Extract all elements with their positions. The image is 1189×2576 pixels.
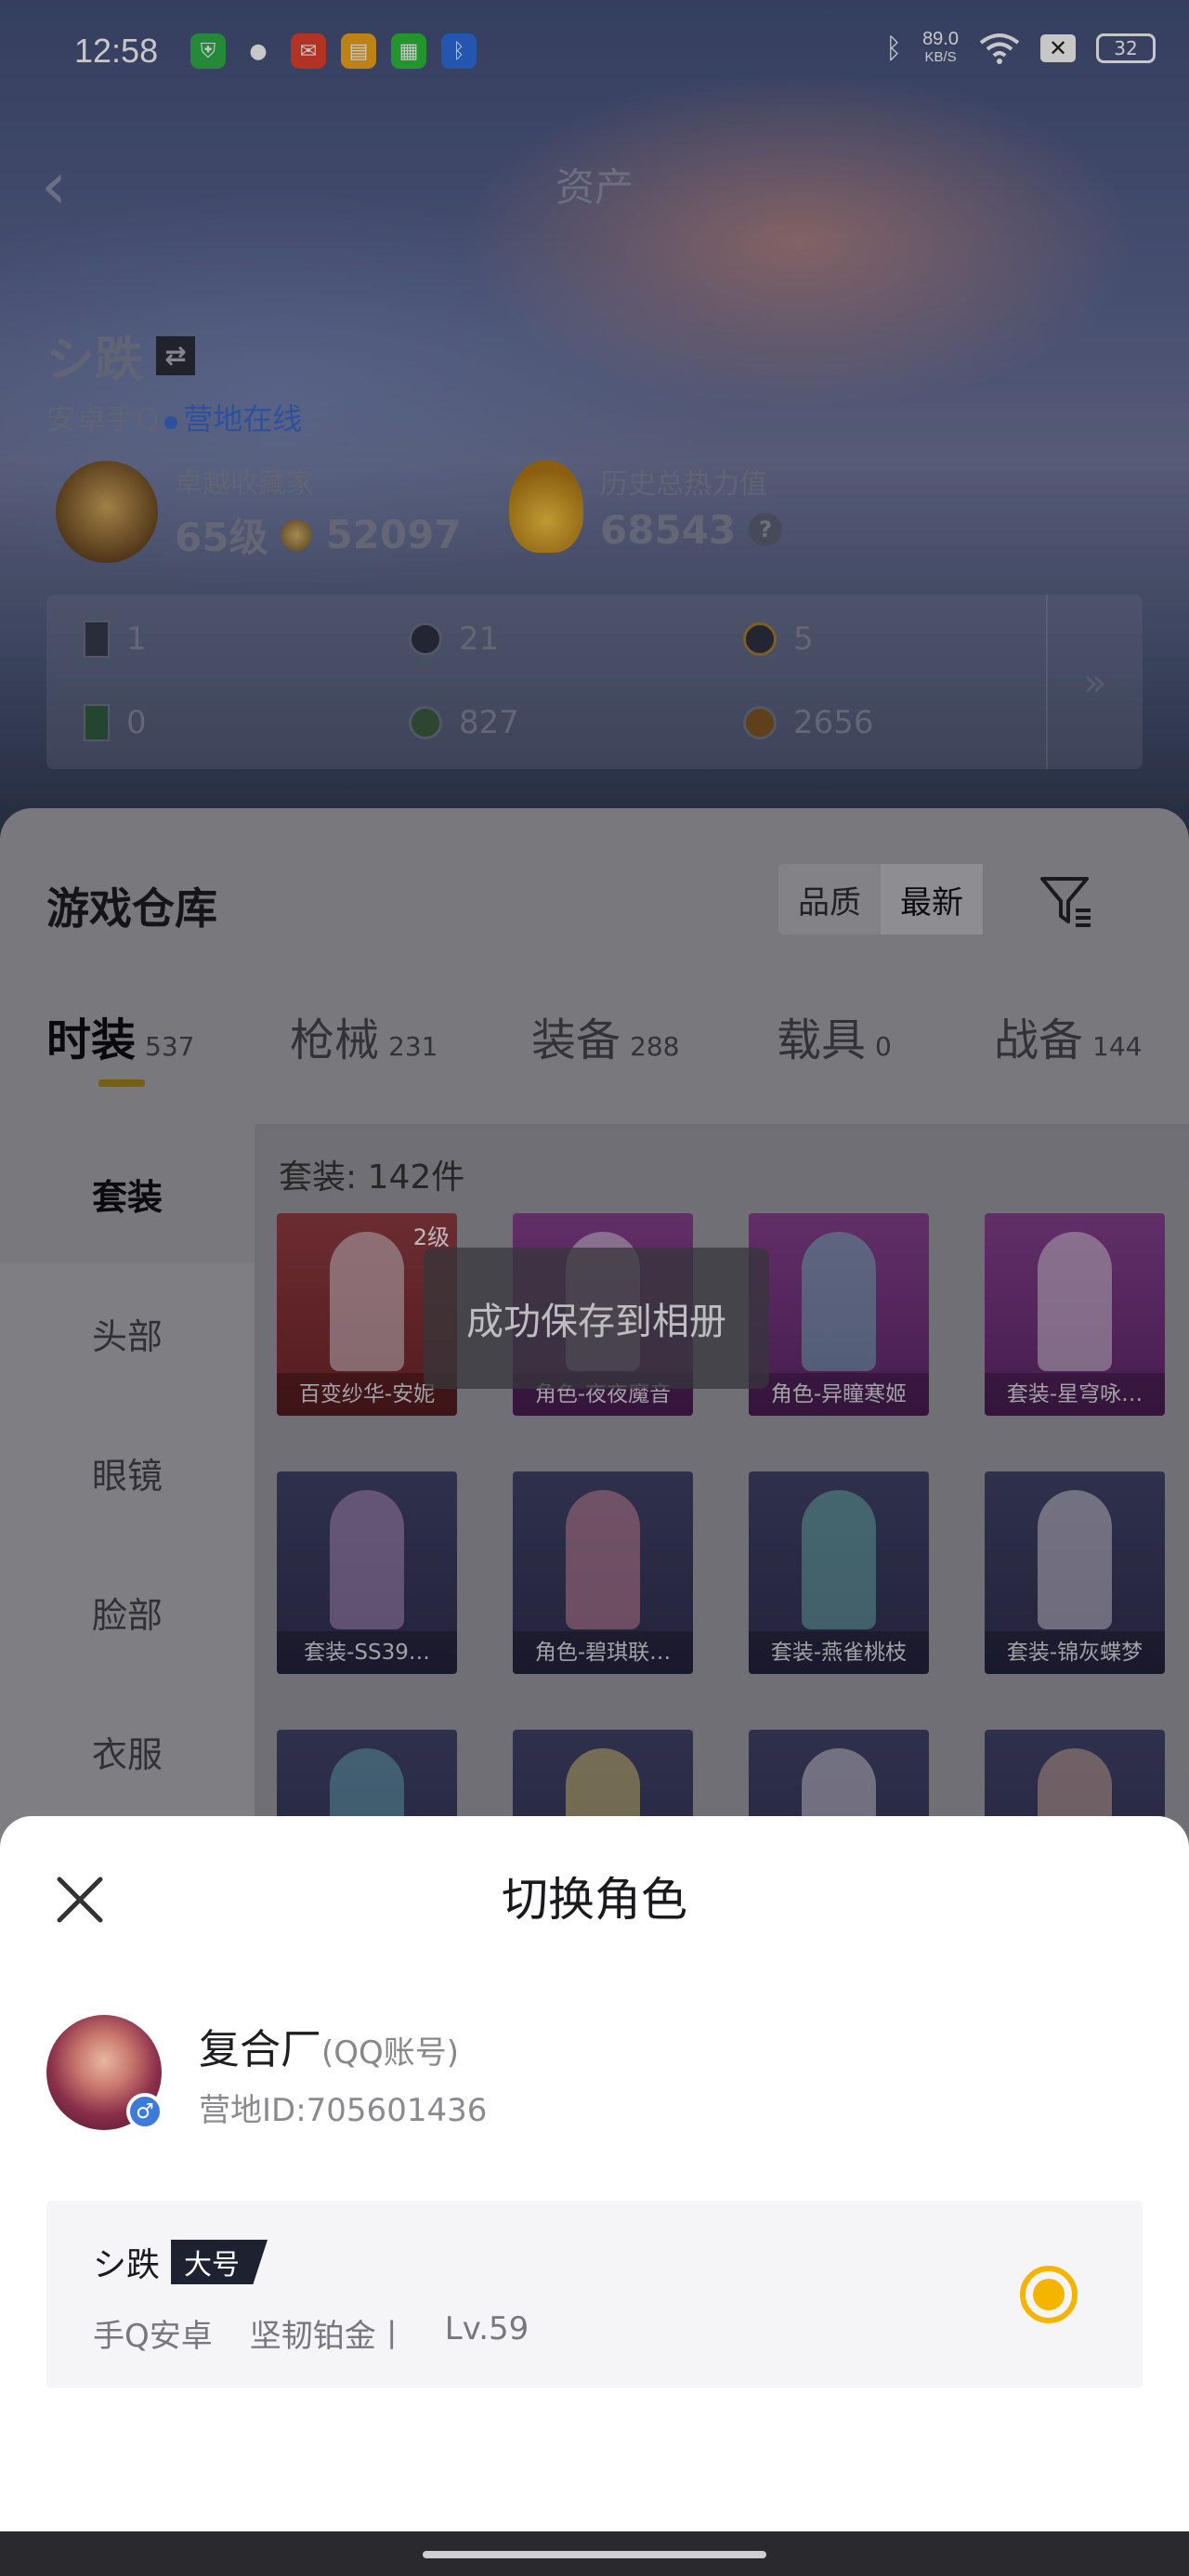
role-radio-selected[interactable] [1020,2266,1078,2323]
account-type: (QQ账号) [321,2033,460,2072]
role-name-row: シ跌 大号 [93,2238,268,2286]
modal-title: 切换角色 [502,1873,687,1927]
account-id: 营地ID:705601436 [199,2091,488,2129]
male-gender-icon: ♂ [126,2093,163,2130]
role-level: Lv.59 [444,2310,529,2347]
main-account-badge: 大号 [171,2240,268,2284]
account-name: 复合厂 [199,2025,321,2073]
role-rank: 坚韧铂金丨 [249,2318,408,2355]
account-name-row: 复合厂(QQ账号) [199,2016,487,2075]
radio-dot [1033,2279,1065,2310]
role-name: シ跌 [93,2246,161,2284]
account-info: ♂ 复合厂(QQ账号) 营地ID:705601436 [46,2015,487,2130]
role-platform: 手Q安卓 [93,2318,213,2355]
switch-role-modal: 切换角色 ♂ 复合厂(QQ账号) 营地ID:705601436 シ跌 大号 手Q… [0,1816,1189,2531]
avatar: ♂ [46,2015,163,2130]
home-indicator[interactable] [423,2551,766,2558]
role-meta: 手Q安卓 坚韧铂金丨 Lv.59 [93,2310,529,2356]
role-option[interactable]: シ跌 大号 手Q安卓 坚韧铂金丨 Lv.59 [46,2201,1143,2388]
